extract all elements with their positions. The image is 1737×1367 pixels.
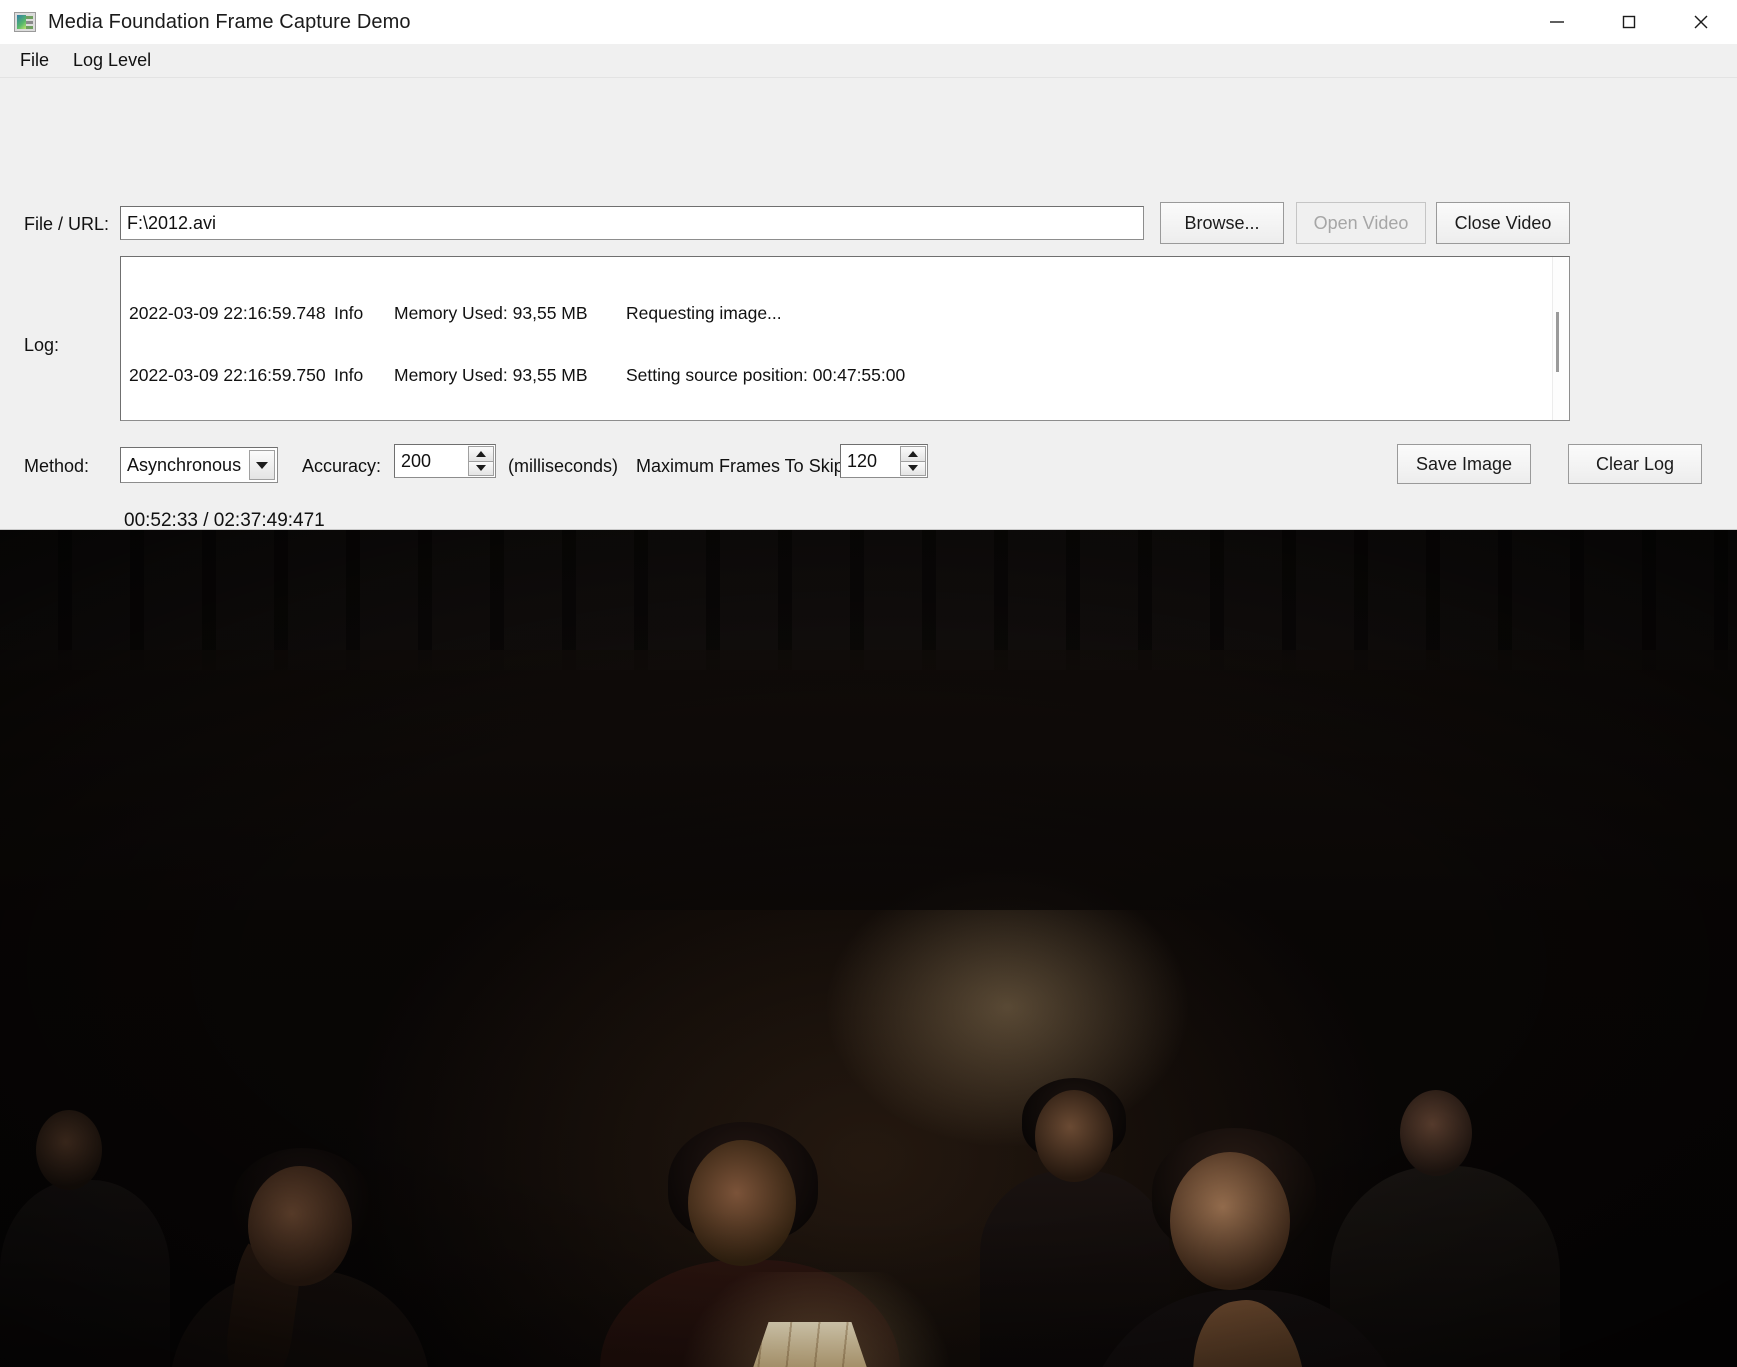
max-frames-spinner-buttons[interactable] <box>900 446 926 476</box>
log-scrollbar[interactable] <box>1552 257 1569 420</box>
menu-item-log-level[interactable]: Log Level <box>63 47 161 74</box>
log-entry-message: Setting source position: 00:47:55:00 <box>626 364 906 385</box>
close-video-button[interactable]: Close Video <box>1436 202 1570 244</box>
maximize-icon[interactable] <box>1593 0 1665 44</box>
window-controls <box>1521 0 1737 44</box>
control-panel: File / URL: Browse... Open Video Close V… <box>0 78 1737 618</box>
title-bar: Media Foundation Frame Capture Demo <box>0 0 1737 44</box>
log-label: Log: <box>24 335 60 355</box>
accuracy-units-label: (milliseconds) <box>508 456 619 476</box>
log-scrollbar-thumb[interactable] <box>1556 312 1559 373</box>
max-frames-decrement-icon[interactable] <box>900 460 926 476</box>
accuracy-decrement-icon[interactable] <box>468 460 494 476</box>
captured-video-frame <box>0 530 1737 1367</box>
accuracy-stepper[interactable] <box>394 444 496 478</box>
window-title: Media Foundation Frame Capture Demo <box>48 10 411 33</box>
close-icon[interactable] <box>1665 0 1737 44</box>
file-url-label: File / URL: <box>24 214 110 234</box>
log-lines: 2022-03-09 22:16:59.748 Info Memory Used… <box>121 257 1569 420</box>
app-icon <box>14 12 36 32</box>
log-entry-time: 2022-03-09 22:16:59.750 <box>129 364 326 385</box>
application-window: Media Foundation Frame Capture Demo File… <box>0 0 1737 1367</box>
browse-button[interactable]: Browse... <box>1160 202 1284 244</box>
accuracy-increment-icon[interactable] <box>468 446 494 461</box>
method-select-value: Asynchronous <box>127 454 242 475</box>
file-url-input[interactable] <box>120 206 1144 240</box>
log-entry: 2022-03-09 22:16:59.750 Info Memory Used… <box>129 365 1563 386</box>
log-output[interactable]: 2022-03-09 22:16:59.748 Info Memory Used… <box>120 256 1570 421</box>
log-entry-level: Info <box>334 302 364 323</box>
clear-log-button[interactable]: Clear Log <box>1568 444 1702 484</box>
log-entry-memory: Memory Used: 93,55 MB <box>394 364 588 385</box>
max-frames-increment-icon[interactable] <box>900 446 926 461</box>
log-entry: 2022-03-09 22:16:59.748 Info Memory Used… <box>129 303 1563 324</box>
log-entry-time: 2022-03-09 22:16:59.748 <box>129 302 326 323</box>
menu-item-file[interactable]: File <box>10 47 59 74</box>
open-video-button[interactable]: Open Video <box>1296 202 1426 244</box>
method-select[interactable]: Asynchronous <box>120 447 278 483</box>
position-readout: 00:52:33 / 02:37:49:471 <box>124 510 325 531</box>
save-image-button[interactable]: Save Image <box>1397 444 1531 484</box>
max-frames-label: Maximum Frames To Skip: <box>636 456 849 476</box>
accuracy-spinner-buttons[interactable] <box>468 446 494 476</box>
chevron-down-icon[interactable] <box>249 450 275 480</box>
max-frames-stepper[interactable] <box>840 444 928 478</box>
log-entry-memory: Memory Used: 93,55 MB <box>394 302 588 323</box>
method-label: Method: <box>24 456 90 476</box>
scene-tabletop-objects <box>0 530 1737 1367</box>
menu-bar: File Log Level <box>0 44 1737 78</box>
minimize-icon[interactable] <box>1521 0 1593 44</box>
accuracy-label: Accuracy: <box>302 456 382 476</box>
log-entry-message: Requesting image... <box>626 302 782 323</box>
log-entry-level: Info <box>334 364 364 385</box>
